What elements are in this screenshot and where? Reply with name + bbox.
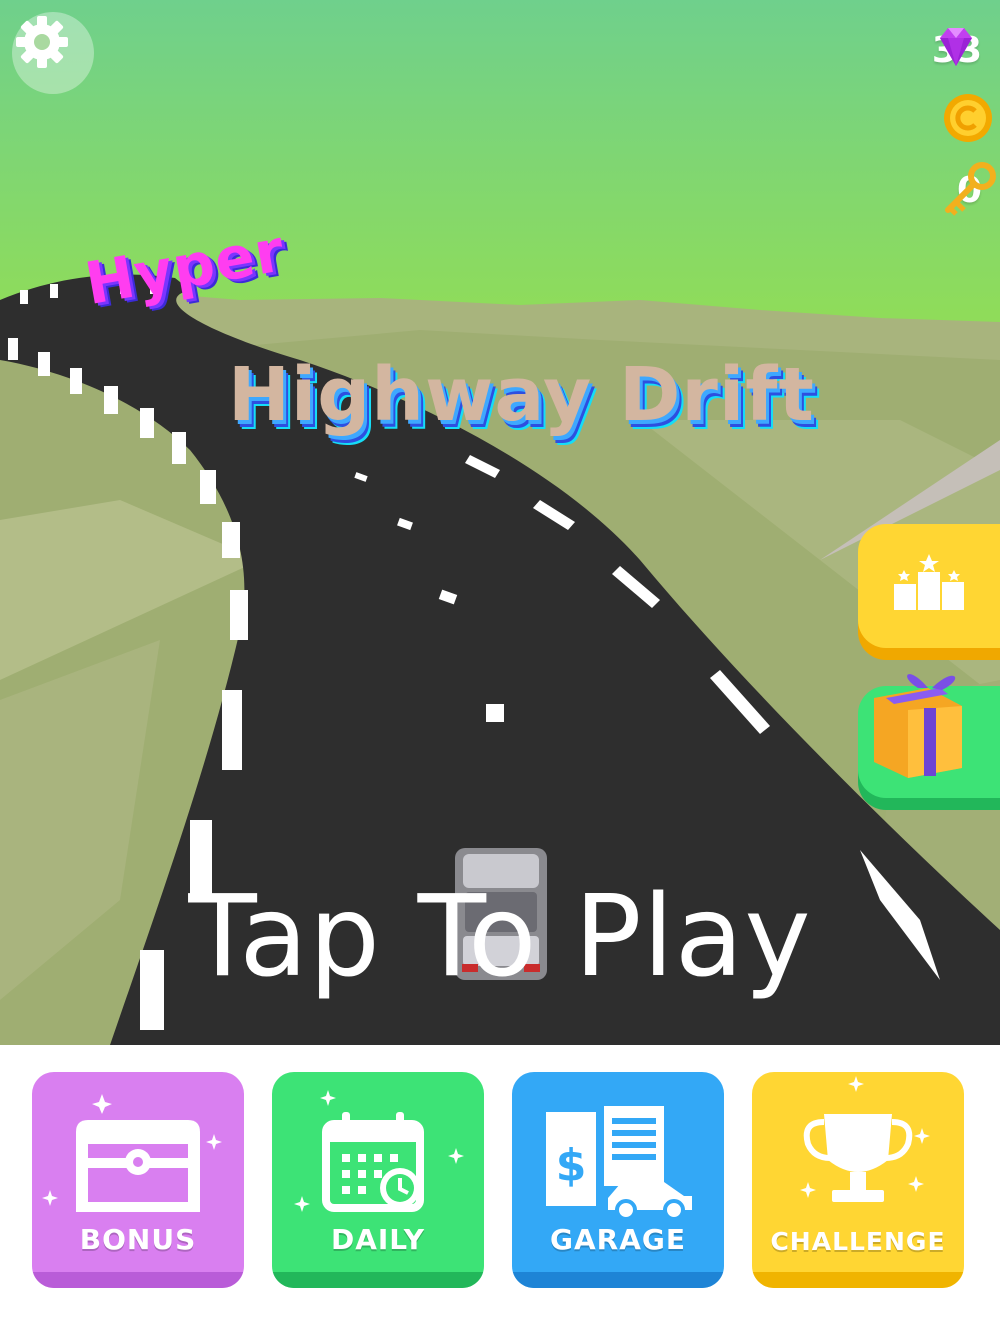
bonus-button[interactable]: BONUS: [32, 1072, 244, 1288]
settings-button[interactable]: [12, 12, 94, 94]
bonus-label: BONUS: [79, 1223, 197, 1256]
gift-button[interactable]: [858, 674, 1000, 798]
gear-icon: [16, 16, 68, 68]
coin-icon: [944, 94, 992, 142]
title-highway-drift: Highway Drift: [228, 352, 815, 438]
key-counter: 0: [942, 162, 996, 218]
leaderboard-button[interactable]: [858, 524, 1000, 648]
daily-label: DAILY: [330, 1223, 426, 1256]
daily-button[interactable]: DAILY: [272, 1072, 484, 1288]
key-icon: [945, 162, 996, 216]
gift-icon: [874, 674, 962, 778]
garage-button[interactable]: $ GARAGE: [512, 1072, 724, 1288]
game-scene[interactable]: 33 0 0 Hyper Highway Drift: [0, 0, 1000, 1045]
gem-counter: 33: [932, 22, 982, 78]
podium-icon: [894, 554, 964, 610]
gem-icon: [939, 28, 972, 66]
bottom-menu: BONUS DAILY $ GARAGE CHALLENGE: [0, 1045, 1000, 1334]
svg-text:$: $: [556, 1140, 587, 1191]
garage-label: GARAGE: [550, 1223, 686, 1256]
tap-to-play-prompt[interactable]: Tap To Play: [0, 872, 1000, 1002]
challenge-button[interactable]: CHALLENGE: [752, 1072, 964, 1288]
coin-counter: 0: [942, 92, 992, 148]
challenge-label: CHALLENGE: [770, 1227, 946, 1256]
